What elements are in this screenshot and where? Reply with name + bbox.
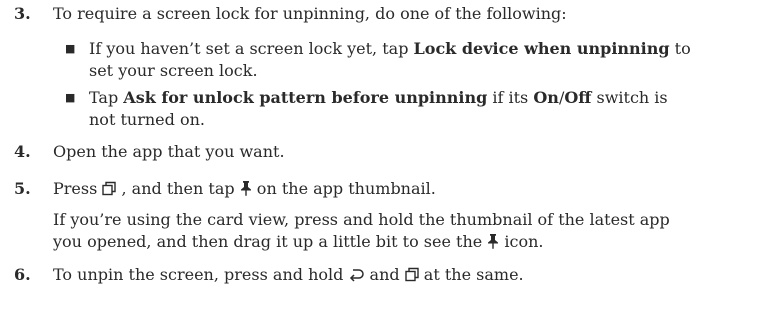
text: , and then tap <box>116 179 240 198</box>
text: switch is <box>591 88 668 107</box>
back-icon <box>348 268 365 282</box>
step-3-text: To require a screen lock for unpinning, … <box>53 4 567 23</box>
text: if its <box>487 88 534 107</box>
step-4-text: Open the app that you want. <box>53 142 285 161</box>
bullet-1-line-1: If you haven’t set a screen lock yet, ta… <box>89 38 691 60</box>
bullet-2-line-2: not turned on. <box>89 110 205 129</box>
switch-on-label: On <box>533 88 559 107</box>
bullet-2-line-1: Tap Ask for unlock pattern before unpinn… <box>89 87 668 109</box>
step-number: 6. <box>14 265 31 284</box>
text: Tap <box>89 88 124 107</box>
text: at the same. <box>418 265 524 284</box>
recent-apps-icon <box>102 181 117 196</box>
setting-name: Lock device when unpinning <box>413 39 670 58</box>
step-number: 4. <box>14 142 31 161</box>
recent-apps-icon <box>405 267 419 282</box>
text: on the app thumbnail. <box>251 179 436 198</box>
text: To unpin the screen, press and hold <box>53 265 349 284</box>
setting-name: Ask for unlock pattern before unpinning <box>123 88 488 107</box>
step-number: 5. <box>14 179 31 198</box>
text: to <box>669 39 691 58</box>
step-number: 3. <box>14 4 31 23</box>
step-5-note-line-1: If you’re using the card view, press and… <box>53 210 670 229</box>
pin-icon <box>487 233 499 249</box>
bullet-marker: ■ <box>65 42 76 55</box>
text: If you haven’t set a screen lock yet, ta… <box>89 39 414 58</box>
bullet-marker: ■ <box>65 91 76 104</box>
switch-off-label: Off <box>564 88 592 107</box>
text: you opened, and then drag it up a little… <box>53 232 488 251</box>
step-6-text: To unpin the screen, press and hold and … <box>53 264 524 286</box>
bullet-1-line-2: set your screen lock. <box>89 61 258 80</box>
text: and <box>364 265 405 284</box>
text: icon. <box>499 232 544 251</box>
pin-icon <box>240 180 252 196</box>
step-5-note-line-2: you opened, and then drag it up a little… <box>53 231 544 253</box>
step-5-text: Press , and then tap on the app thumbnai… <box>53 178 436 200</box>
text: Press <box>53 179 103 198</box>
